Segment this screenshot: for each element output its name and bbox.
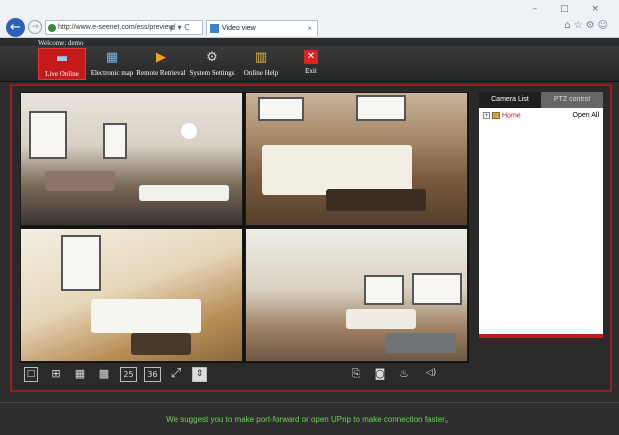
status-bar: We suggest you to make port-forward or o…: [0, 402, 619, 435]
table-image: [326, 189, 426, 211]
side-panel: Camera List PTZ control + Home Open All: [479, 92, 603, 334]
browser-toolbar-icons[interactable]: ⌂☆⚙☺: [564, 20, 611, 31]
address-text: http://www.e-seenet.com/ess/preview/: [58, 24, 176, 31]
open-all-link[interactable]: Open All: [573, 112, 599, 119]
window-image: [29, 111, 67, 159]
menu-online-help[interactable]: ▥ Online Help: [240, 48, 282, 80]
snapshot-icon[interactable]: ◙: [372, 367, 388, 382]
live-view-panel: □ ⊞ ▦ ▩ 25 36 ⤢ ⇕ ⎘ ◙ ♨ ◁) Camera List P…: [10, 84, 612, 392]
menu-label: Live Online: [45, 70, 79, 78]
menu-exit[interactable]: ✕ Exit: [298, 48, 324, 80]
side-panel-footer: [479, 334, 603, 338]
menu-system-settings[interactable]: ⚙ System Settings: [188, 48, 236, 80]
video-channel-1[interactable]: [20, 92, 243, 226]
back-icon[interactable]: ←: [6, 18, 25, 37]
video-grid: [20, 92, 469, 363]
sofa-image: [91, 299, 201, 333]
app-window: Welcome: demo ▬ Live Online ▦ Electronic…: [0, 38, 619, 435]
volume-icon[interactable]: ◁): [422, 367, 440, 382]
menu-label: Remote Retrieval: [136, 69, 186, 77]
window-image: [412, 273, 462, 305]
layout-16-button[interactable]: ▩: [96, 367, 112, 382]
layout-1-button[interactable]: □: [24, 367, 38, 382]
window-image: [103, 123, 127, 159]
window-controls[interactable]: – □ ×: [533, 4, 609, 14]
video-controls: □ ⊞ ▦ ▩ 25 36 ⤢ ⇕ ⎘ ◙ ♨ ◁): [20, 367, 469, 385]
camera-group-icon: [492, 112, 500, 119]
rug-image: [386, 333, 456, 353]
camera-tree: + Home: [483, 112, 521, 119]
fullscreen-icon[interactable]: ⤢: [168, 367, 184, 382]
menu-label: System Settings: [189, 69, 235, 77]
video-channel-4[interactable]: [245, 228, 468, 362]
play-icon: ▶: [156, 50, 166, 65]
video-channel-2[interactable]: [245, 92, 468, 226]
address-bar-icons[interactable]: ρ ▾ C: [170, 20, 190, 35]
talk-icon[interactable]: ♨: [396, 367, 412, 382]
menu-remote-retrieval[interactable]: ▶ Remote Retrieval: [136, 48, 186, 80]
menu-electronic-map[interactable]: ▦ Electronic map: [90, 48, 134, 80]
forward-icon[interactable]: →: [28, 20, 42, 34]
menu-label: Electronic map: [90, 69, 134, 77]
tab-ptz-control[interactable]: PTZ control: [541, 92, 603, 108]
menu-label: Online Help: [243, 69, 279, 77]
record-icon[interactable]: ⎘: [348, 367, 364, 382]
menu-live-online[interactable]: ▬ Live Online: [38, 48, 86, 80]
gear-icon: ⚙: [206, 50, 218, 65]
layout-9-button[interactable]: ▦: [72, 367, 88, 382]
tab-close-icon[interactable]: ×: [307, 21, 312, 36]
monitor-icon: ▬: [55, 51, 69, 66]
help-book-icon: ▥: [254, 50, 268, 65]
window-image: [356, 95, 406, 121]
exit-icon: ✕: [304, 50, 318, 64]
side-tabs: Camera List PTZ control: [479, 92, 603, 108]
sofa-image: [346, 309, 416, 329]
browser-chrome: ← → http://www.e-seenet.com/ess/preview/…: [0, 0, 619, 38]
layout-25-button[interactable]: 25: [120, 367, 137, 382]
toggle-panel-icon[interactable]: ⇕: [192, 367, 207, 382]
status-message: We suggest you to make port-forward or o…: [166, 415, 453, 424]
table-image: [131, 333, 191, 355]
layout-4-button[interactable]: ⊞: [48, 367, 64, 382]
video-channel-3[interactable]: [20, 228, 243, 362]
window-image: [364, 275, 404, 305]
site-favicon-icon: [48, 24, 56, 32]
menu-label: Exit: [305, 67, 317, 75]
sofa-image: [45, 171, 115, 191]
layout-36-button[interactable]: 36: [144, 367, 161, 382]
table-image: [139, 185, 229, 201]
main-menubar: ▬ Live Online ▦ Electronic map ▶ Remote …: [0, 46, 619, 82]
tab-camera-list[interactable]: Camera List: [479, 92, 541, 108]
tab-title: Video view: [222, 25, 256, 32]
browser-tab[interactable]: Video view ×: [206, 20, 318, 36]
map-icon: ▦: [105, 50, 119, 65]
window-image: [258, 97, 304, 121]
sofa-image: [262, 145, 412, 195]
lamp-image: [181, 123, 197, 139]
expand-icon[interactable]: +: [483, 112, 490, 119]
tree-root-home[interactable]: Home: [502, 112, 521, 119]
window-image: [61, 235, 101, 291]
tab-page-icon: [210, 24, 219, 33]
